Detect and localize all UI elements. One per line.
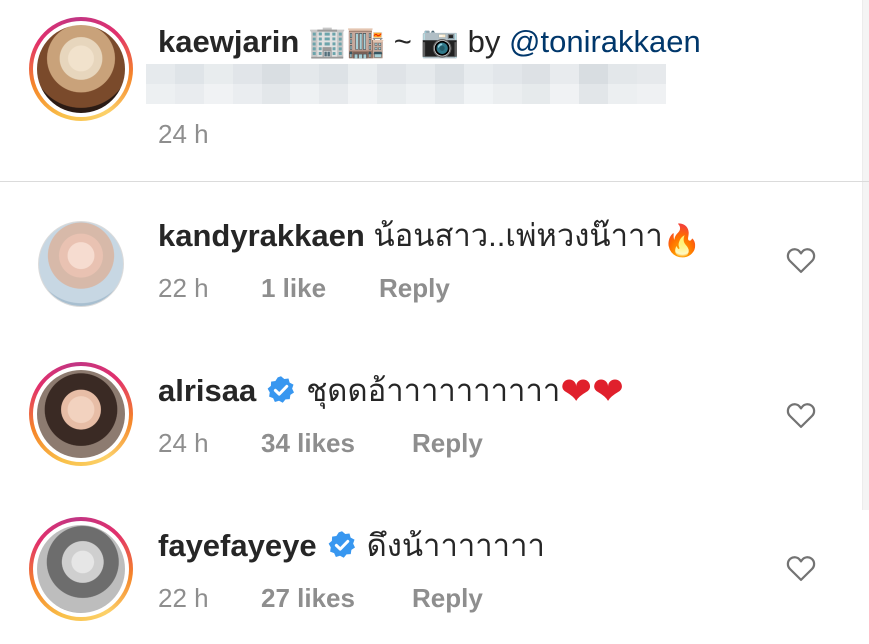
comment-username[interactable]: fayefayeye bbox=[158, 528, 317, 563]
comment-time: 22 h bbox=[158, 273, 209, 303]
reply-button[interactable]: Reply bbox=[412, 581, 483, 615]
heart-outline-icon[interactable] bbox=[786, 401, 816, 429]
likes-count[interactable]: 34 likes bbox=[261, 426, 412, 460]
caption-username[interactable]: kaewjarin bbox=[158, 24, 299, 59]
avatar-photo bbox=[37, 525, 125, 613]
caption-row: kaewjarin 🏢🏬 ~ 📷 by @tonirakkaen 24 h bbox=[0, 0, 869, 181]
fire-emoji: 🔥 bbox=[662, 223, 702, 258]
comment-username[interactable]: alrisaa bbox=[158, 373, 256, 408]
comment-meta: 22 h 1 like Reply bbox=[158, 271, 450, 305]
comment-username[interactable]: kandyrakkaen bbox=[158, 218, 365, 253]
comment-time: 22 h bbox=[158, 583, 209, 613]
verified-badge-icon bbox=[267, 376, 295, 403]
avatar-photo bbox=[38, 221, 124, 307]
avatar-photo bbox=[37, 25, 125, 113]
comment-row: fayefayeye ดึงน้าาาาาาา 22 h 27 likes Reply bbox=[0, 492, 869, 644]
reply-button[interactable]: Reply bbox=[379, 271, 450, 305]
comments-screen: kaewjarin 🏢🏬 ~ 📷 by @tonirakkaen 24 h ka… bbox=[0, 0, 869, 644]
caption-time: 24 h bbox=[158, 119, 209, 149]
likes-count[interactable]: 1 like bbox=[261, 271, 379, 305]
heart-outline-icon[interactable] bbox=[786, 554, 816, 582]
caption-text: 🏢🏬 ~ 📷 by bbox=[307, 24, 510, 59]
likes-count[interactable]: 27 likes bbox=[261, 581, 412, 615]
reply-button[interactable]: Reply bbox=[412, 426, 483, 460]
heart-outline-icon[interactable] bbox=[786, 246, 816, 274]
comment-time: 24 h bbox=[158, 428, 209, 458]
caption-avatar[interactable] bbox=[29, 17, 133, 121]
red-heart-emoji: ❤❤ bbox=[560, 371, 624, 413]
comment-line: fayefayeye ดึงน้าาาาาาา bbox=[158, 526, 545, 566]
caption-meta: 24 h bbox=[158, 117, 209, 151]
comment-row: alrisaa ชุดดอ้าาาาาาาาาา❤❤ 24 h 34 likes Re… bbox=[0, 337, 869, 492]
comment-avatar[interactable] bbox=[29, 212, 133, 316]
comment-meta: 24 h 34 likes Reply bbox=[158, 426, 483, 460]
verified-badge-icon bbox=[328, 531, 355, 558]
avatar-photo bbox=[37, 370, 125, 458]
comment-text: ดึงน้าาาาาาา bbox=[366, 528, 545, 563]
blurred-caption-text bbox=[146, 64, 666, 104]
mention-link[interactable]: @tonirakkaen bbox=[509, 24, 701, 59]
comment-text: ชุดดอ้าาาาาาาาาา bbox=[306, 373, 561, 408]
comment-avatar[interactable] bbox=[29, 517, 133, 621]
comment-text: น้อนสาว..เพ่หวงน๊าาา bbox=[373, 218, 663, 253]
comment-line: alrisaa ชุดดอ้าาาาาาาาาา❤❤ bbox=[158, 371, 624, 411]
comment-meta: 22 h 27 likes Reply bbox=[158, 581, 483, 615]
comment-line: kandyrakkaen น้อนสาว..เพ่หวงน๊าาา🔥 bbox=[158, 216, 701, 261]
comment-avatar[interactable] bbox=[29, 362, 133, 466]
comment-row: kandyrakkaen น้อนสาว..เพ่หวงน๊าาา🔥 22 h 1… bbox=[0, 182, 869, 337]
caption-line: kaewjarin 🏢🏬 ~ 📷 by @tonirakkaen bbox=[158, 22, 701, 62]
